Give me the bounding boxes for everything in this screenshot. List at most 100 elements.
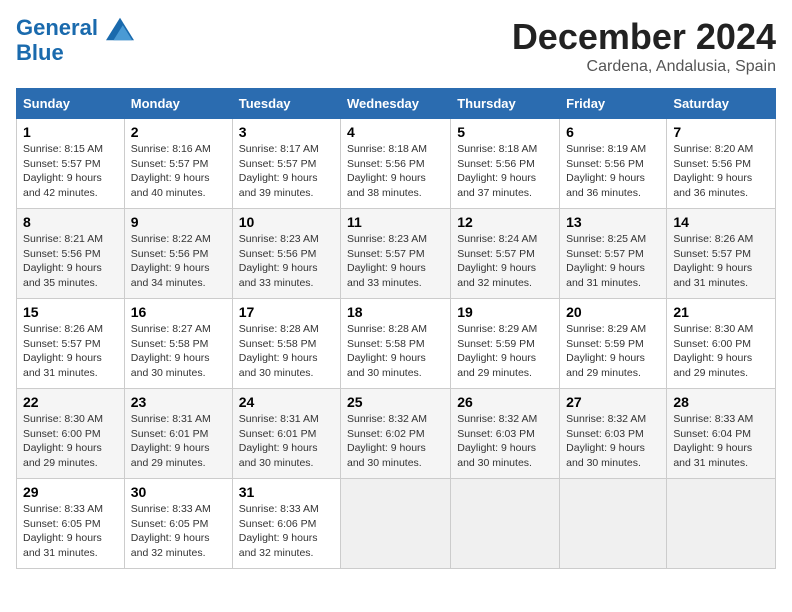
day-info: Sunrise: 8:28 AMSunset: 5:58 PMDaylight:… <box>347 323 427 379</box>
day-info: Sunrise: 8:32 AMSunset: 6:03 PMDaylight:… <box>566 413 646 469</box>
day-info: Sunrise: 8:26 AMSunset: 5:57 PMDaylight:… <box>673 233 753 289</box>
day-info: Sunrise: 8:32 AMSunset: 6:02 PMDaylight:… <box>347 413 427 469</box>
day-of-week-header: Monday <box>124 89 232 119</box>
calendar-day-cell: 6 Sunrise: 8:19 AMSunset: 5:56 PMDayligh… <box>560 119 667 209</box>
day-info: Sunrise: 8:15 AMSunset: 5:57 PMDaylight:… <box>23 143 103 199</box>
calendar-table: SundayMondayTuesdayWednesdayThursdayFrid… <box>16 88 776 569</box>
day-info: Sunrise: 8:18 AMSunset: 5:56 PMDaylight:… <box>457 143 537 199</box>
day-number: 5 <box>457 124 553 140</box>
calendar-day-cell <box>667 479 776 569</box>
day-info: Sunrise: 8:17 AMSunset: 5:57 PMDaylight:… <box>239 143 319 199</box>
day-info: Sunrise: 8:27 AMSunset: 5:58 PMDaylight:… <box>131 323 211 379</box>
day-info: Sunrise: 8:29 AMSunset: 5:59 PMDaylight:… <box>457 323 537 379</box>
calendar-day-cell: 4 Sunrise: 8:18 AMSunset: 5:56 PMDayligh… <box>341 119 451 209</box>
day-number: 31 <box>239 484 334 500</box>
day-info: Sunrise: 8:25 AMSunset: 5:57 PMDaylight:… <box>566 233 646 289</box>
calendar-day-cell: 30 Sunrise: 8:33 AMSunset: 6:05 PMDaylig… <box>124 479 232 569</box>
calendar-day-cell: 17 Sunrise: 8:28 AMSunset: 5:58 PMDaylig… <box>232 299 340 389</box>
day-info: Sunrise: 8:24 AMSunset: 5:57 PMDaylight:… <box>457 233 537 289</box>
calendar-week-row: 15 Sunrise: 8:26 AMSunset: 5:57 PMDaylig… <box>17 299 776 389</box>
calendar-day-cell: 12 Sunrise: 8:24 AMSunset: 5:57 PMDaylig… <box>451 209 560 299</box>
calendar-day-cell: 15 Sunrise: 8:26 AMSunset: 5:57 PMDaylig… <box>17 299 125 389</box>
day-number: 16 <box>131 304 226 320</box>
calendar-day-cell: 14 Sunrise: 8:26 AMSunset: 5:57 PMDaylig… <box>667 209 776 299</box>
calendar-day-cell: 3 Sunrise: 8:17 AMSunset: 5:57 PMDayligh… <box>232 119 340 209</box>
calendar-day-cell: 31 Sunrise: 8:33 AMSunset: 6:06 PMDaylig… <box>232 479 340 569</box>
calendar-day-cell: 23 Sunrise: 8:31 AMSunset: 6:01 PMDaylig… <box>124 389 232 479</box>
day-info: Sunrise: 8:23 AMSunset: 5:56 PMDaylight:… <box>239 233 319 289</box>
calendar-week-row: 22 Sunrise: 8:30 AMSunset: 6:00 PMDaylig… <box>17 389 776 479</box>
day-number: 15 <box>23 304 118 320</box>
calendar-day-cell: 18 Sunrise: 8:28 AMSunset: 5:58 PMDaylig… <box>341 299 451 389</box>
day-info: Sunrise: 8:16 AMSunset: 5:57 PMDaylight:… <box>131 143 211 199</box>
calendar-day-cell: 8 Sunrise: 8:21 AMSunset: 5:56 PMDayligh… <box>17 209 125 299</box>
day-number: 20 <box>566 304 660 320</box>
calendar-week-row: 8 Sunrise: 8:21 AMSunset: 5:56 PMDayligh… <box>17 209 776 299</box>
day-of-week-header: Saturday <box>667 89 776 119</box>
calendar-day-cell: 25 Sunrise: 8:32 AMSunset: 6:02 PMDaylig… <box>341 389 451 479</box>
day-number: 21 <box>673 304 769 320</box>
calendar-day-cell: 24 Sunrise: 8:31 AMSunset: 6:01 PMDaylig… <box>232 389 340 479</box>
day-info: Sunrise: 8:18 AMSunset: 5:56 PMDaylight:… <box>347 143 427 199</box>
day-info: Sunrise: 8:23 AMSunset: 5:57 PMDaylight:… <box>347 233 427 289</box>
day-number: 6 <box>566 124 660 140</box>
day-number: 4 <box>347 124 444 140</box>
calendar-day-cell: 2 Sunrise: 8:16 AMSunset: 5:57 PMDayligh… <box>124 119 232 209</box>
day-number: 14 <box>673 214 769 230</box>
day-info: Sunrise: 8:32 AMSunset: 6:03 PMDaylight:… <box>457 413 537 469</box>
location-title: Cardena, Andalusia, Spain <box>512 58 776 76</box>
day-number: 19 <box>457 304 553 320</box>
day-info: Sunrise: 8:28 AMSunset: 5:58 PMDaylight:… <box>239 323 319 379</box>
calendar-day-cell: 20 Sunrise: 8:29 AMSunset: 5:59 PMDaylig… <box>560 299 667 389</box>
day-info: Sunrise: 8:33 AMSunset: 6:06 PMDaylight:… <box>239 503 319 559</box>
day-info: Sunrise: 8:31 AMSunset: 6:01 PMDaylight:… <box>239 413 319 469</box>
day-number: 12 <box>457 214 553 230</box>
day-info: Sunrise: 8:19 AMSunset: 5:56 PMDaylight:… <box>566 143 646 199</box>
day-number: 1 <box>23 124 118 140</box>
calendar-day-cell: 22 Sunrise: 8:30 AMSunset: 6:00 PMDaylig… <box>17 389 125 479</box>
day-of-week-header: Friday <box>560 89 667 119</box>
day-of-week-header: Wednesday <box>341 89 451 119</box>
calendar-week-row: 1 Sunrise: 8:15 AMSunset: 5:57 PMDayligh… <box>17 119 776 209</box>
calendar-day-cell: 28 Sunrise: 8:33 AMSunset: 6:04 PMDaylig… <box>667 389 776 479</box>
day-number: 27 <box>566 394 660 410</box>
day-of-week-header: Thursday <box>451 89 560 119</box>
day-number: 8 <box>23 214 118 230</box>
logo-line2: Blue <box>16 41 134 65</box>
day-number: 7 <box>673 124 769 140</box>
calendar-day-cell: 27 Sunrise: 8:32 AMSunset: 6:03 PMDaylig… <box>560 389 667 479</box>
day-number: 2 <box>131 124 226 140</box>
day-number: 22 <box>23 394 118 410</box>
day-number: 13 <box>566 214 660 230</box>
calendar-day-cell <box>560 479 667 569</box>
title-block: December 2024 Cardena, Andalusia, Spain <box>512 16 776 76</box>
calendar-day-cell: 19 Sunrise: 8:29 AMSunset: 5:59 PMDaylig… <box>451 299 560 389</box>
day-info: Sunrise: 8:33 AMSunset: 6:04 PMDaylight:… <box>673 413 753 469</box>
calendar-day-cell: 29 Sunrise: 8:33 AMSunset: 6:05 PMDaylig… <box>17 479 125 569</box>
day-number: 28 <box>673 394 769 410</box>
day-number: 23 <box>131 394 226 410</box>
day-of-week-header: Sunday <box>17 89 125 119</box>
calendar-day-cell: 5 Sunrise: 8:18 AMSunset: 5:56 PMDayligh… <box>451 119 560 209</box>
day-number: 18 <box>347 304 444 320</box>
calendar-day-cell <box>451 479 560 569</box>
logo: General Blue <box>16 16 134 65</box>
day-info: Sunrise: 8:26 AMSunset: 5:57 PMDaylight:… <box>23 323 103 379</box>
calendar-header-row: SundayMondayTuesdayWednesdayThursdayFrid… <box>17 89 776 119</box>
day-number: 3 <box>239 124 334 140</box>
day-info: Sunrise: 8:20 AMSunset: 5:56 PMDaylight:… <box>673 143 753 199</box>
calendar-day-cell: 11 Sunrise: 8:23 AMSunset: 5:57 PMDaylig… <box>341 209 451 299</box>
day-info: Sunrise: 8:30 AMSunset: 6:00 PMDaylight:… <box>23 413 103 469</box>
day-info: Sunrise: 8:33 AMSunset: 6:05 PMDaylight:… <box>23 503 103 559</box>
page-header: General Blue December 2024 Cardena, Anda… <box>16 16 776 76</box>
calendar-day-cell: 21 Sunrise: 8:30 AMSunset: 6:00 PMDaylig… <box>667 299 776 389</box>
day-number: 11 <box>347 214 444 230</box>
day-number: 17 <box>239 304 334 320</box>
calendar-day-cell: 9 Sunrise: 8:22 AMSunset: 5:56 PMDayligh… <box>124 209 232 299</box>
day-number: 9 <box>131 214 226 230</box>
calendar-day-cell: 7 Sunrise: 8:20 AMSunset: 5:56 PMDayligh… <box>667 119 776 209</box>
day-number: 26 <box>457 394 553 410</box>
calendar-day-cell: 1 Sunrise: 8:15 AMSunset: 5:57 PMDayligh… <box>17 119 125 209</box>
day-number: 10 <box>239 214 334 230</box>
day-number: 24 <box>239 394 334 410</box>
